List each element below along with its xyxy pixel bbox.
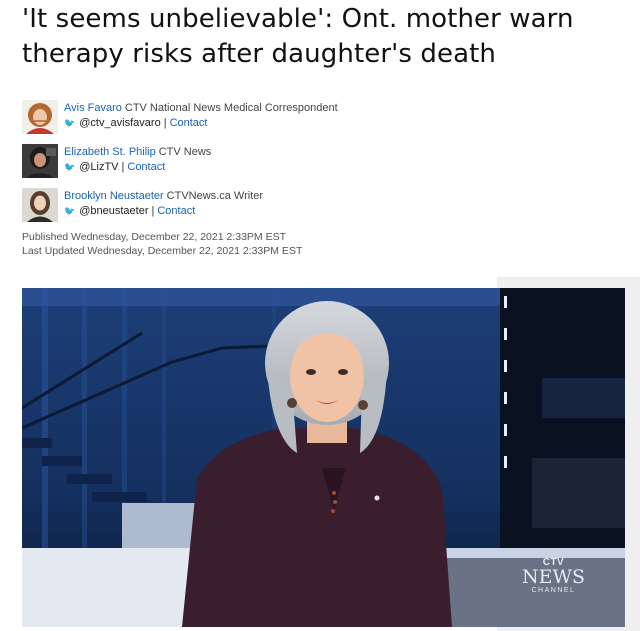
author-role: CTVNews.ca Writer <box>166 190 264 202</box>
headline-line-2: therapy risks after daughter's death <box>22 39 496 69</box>
divider: | <box>163 117 167 129</box>
twitter-icon: 🐦 <box>64 206 76 216</box>
ctv-news-channel-logo: CTV NEWS CHANNEL <box>521 558 585 595</box>
author-role: CTV National News Medical Correspondent <box>124 102 338 114</box>
author-byline-elizabeth-st-philip: Elizabeth St. Philip CTV News 🐦 @LizTV | Con… <box>22 144 622 180</box>
author-role: CTV News <box>158 146 212 158</box>
author-avatar <box>22 188 58 222</box>
author-avatar <box>22 144 58 178</box>
author-byline-brooklyn-neustaeter: Brooklyn Neustaeter CTVNews.ca Writer 🐦 @b… <box>22 188 622 224</box>
article-dates: Published Wednesday, December 22, 2021 2… <box>22 230 302 258</box>
twitter-icon: 🐦 <box>64 162 76 172</box>
updated-date: Last Updated Wednesday, December 22, 202… <box>22 245 303 257</box>
contact-link[interactable]: Contact <box>127 161 165 173</box>
author-name-link[interactable]: Avis Favaro <box>64 102 122 114</box>
divider: | <box>121 161 125 173</box>
divider: | <box>151 205 155 217</box>
author-name-link[interactable]: Elizabeth St. Philip <box>64 146 156 158</box>
contact-link[interactable]: Contact <box>157 205 195 217</box>
headline-line-1: 'It seems unbelievable': Ont. mother war… <box>22 4 574 34</box>
video-player[interactable]: CTV NEWS CHANNEL <box>22 288 625 627</box>
twitter-handle-link[interactable]: @LizTV <box>79 161 118 173</box>
author-name-link[interactable]: Brooklyn Neustaeter <box>64 190 164 202</box>
published-date: Published Wednesday, December 22, 2021 2… <box>22 231 287 243</box>
twitter-handle-link[interactable]: @ctv_avisfavaro <box>79 117 160 129</box>
logo-news: NEWS <box>521 566 585 588</box>
article-headline: 'It seems unbelievable': Ont. mother war… <box>22 2 640 72</box>
twitter-handle-link[interactable]: @bneustaeter <box>79 205 148 217</box>
twitter-icon: 🐦 <box>64 118 76 128</box>
logo-channel: CHANNEL <box>531 587 576 594</box>
contact-link[interactable]: Contact <box>170 117 208 129</box>
author-byline-avis-favaro: Avis Favaro CTV National News Medical Cor… <box>22 100 622 136</box>
author-avatar <box>22 100 58 134</box>
